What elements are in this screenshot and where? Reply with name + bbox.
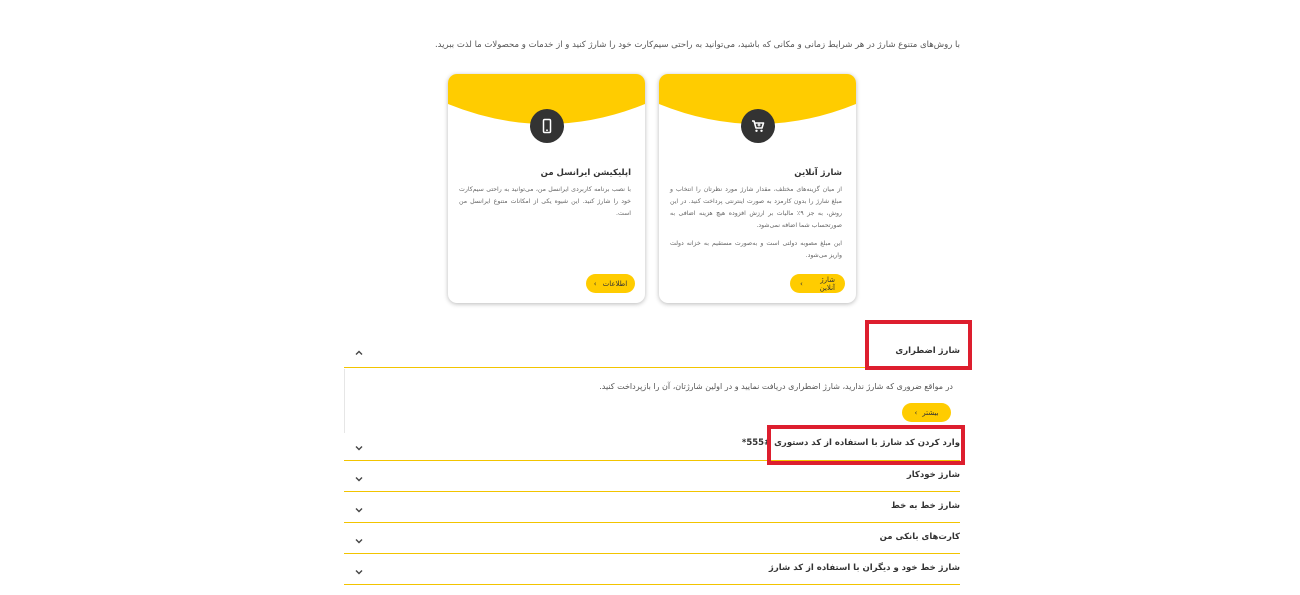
chevron-down-icon	[355, 446, 363, 451]
card-description: از میان گزینه‌های مختلف، مقدار شارژ مورد…	[670, 184, 842, 268]
accordion-header[interactable]: وارد کردن کد شارژ با استفاده از کد دستور…	[344, 430, 960, 461]
intro-text: با روش‌های متنوع شارژ در هر شرایط زمانی …	[434, 40, 960, 50]
online-charge-card: شارژ آنلاین از میان گزینه‌های مختلف، مقد…	[659, 74, 856, 303]
accordion-title: شارژ خودکار	[906, 470, 960, 480]
button-label: بیشتر	[922, 408, 939, 417]
accordion-body: در مواقع ضروری که شارژ ندارید، شارژ اضطر…	[344, 369, 959, 433]
chevron-down-icon	[355, 570, 363, 575]
card-description: با نصب برنامه کاربردی ایرانسل من، می‌توا…	[459, 184, 631, 226]
chevron-left-icon: ›	[914, 408, 918, 417]
card-title: شارژ آنلاین	[794, 168, 842, 178]
button-label: شارژ آنلاین	[819, 275, 835, 292]
cart-icon	[741, 109, 775, 143]
accordion-item-charge-code[interactable]: شارژ خط خود و دیگران با استفاده از کد شا…	[344, 554, 960, 585]
mobile-phone-icon	[530, 109, 564, 143]
chevron-down-icon	[355, 508, 363, 513]
card-title: اپلیکیشن ایرانسل من	[540, 168, 631, 178]
accordion-item-auto-charge[interactable]: شارژ خودکار	[344, 461, 960, 492]
card-text-paragraph: این مبلغ مصوبه دولتی است و به‌صورت مستقی…	[670, 240, 842, 259]
accordion-item-bank-cards[interactable]: کارت‌های بانکی من	[344, 523, 960, 554]
chevron-left-icon: ›	[593, 279, 597, 288]
accordion-item-line-to-line[interactable]: شارژ خط به خط	[344, 492, 960, 523]
accordion-header[interactable]: کارت‌های بانکی من	[344, 523, 960, 554]
irancell-app-card: اپلیکیشن ایرانسل من با نصب برنامه کاربرد…	[448, 74, 645, 303]
card-text-paragraph: با نصب برنامه کاربردی ایرانسل من، می‌توا…	[459, 186, 631, 217]
accordion-title: وارد کردن کد شارژ با استفاده از کد دستور…	[741, 438, 960, 448]
accordion-title: کارت‌های بانکی من	[879, 532, 960, 542]
chevron-down-icon	[355, 539, 363, 544]
chevron-left-icon: ›	[800, 279, 803, 288]
app-info-button[interactable]: اطلاعات ›	[586, 274, 635, 293]
accordion-title: شارژ خط خود و دیگران با استفاده از کد شا…	[768, 563, 960, 573]
accordion-header[interactable]: شارژ اضطراری	[344, 337, 960, 368]
online-charge-button[interactable]: شارژ آنلاین ›	[790, 274, 845, 293]
accordion-header[interactable]: شارژ خط خود و دیگران با استفاده از کد شا…	[344, 554, 960, 585]
accordion-description: در مواقع ضروری که شارژ ندارید، شارژ اضطر…	[599, 382, 953, 391]
accordion-title: شارژ اضطراری	[895, 346, 960, 356]
accordion-title: شارژ خط به خط	[890, 501, 960, 511]
accordion-header[interactable]: شارژ خودکار	[344, 461, 960, 492]
button-label: اطلاعات	[602, 279, 628, 288]
card-text-paragraph: از میان گزینه‌های مختلف، مقدار شارژ مورد…	[670, 186, 842, 229]
chevron-down-icon	[355, 477, 363, 482]
chevron-up-icon	[355, 350, 363, 355]
accordion-item-ussd-code[interactable]: وارد کردن کد شارژ با استفاده از کد دستور…	[344, 430, 960, 461]
more-button[interactable]: بیشتر ›	[902, 403, 951, 422]
accordion-header[interactable]: شارژ خط به خط	[344, 492, 960, 523]
accordion-item-emergency: شارژ اضطراری در مواقع ضروری که شارژ ندار…	[344, 337, 960, 433]
